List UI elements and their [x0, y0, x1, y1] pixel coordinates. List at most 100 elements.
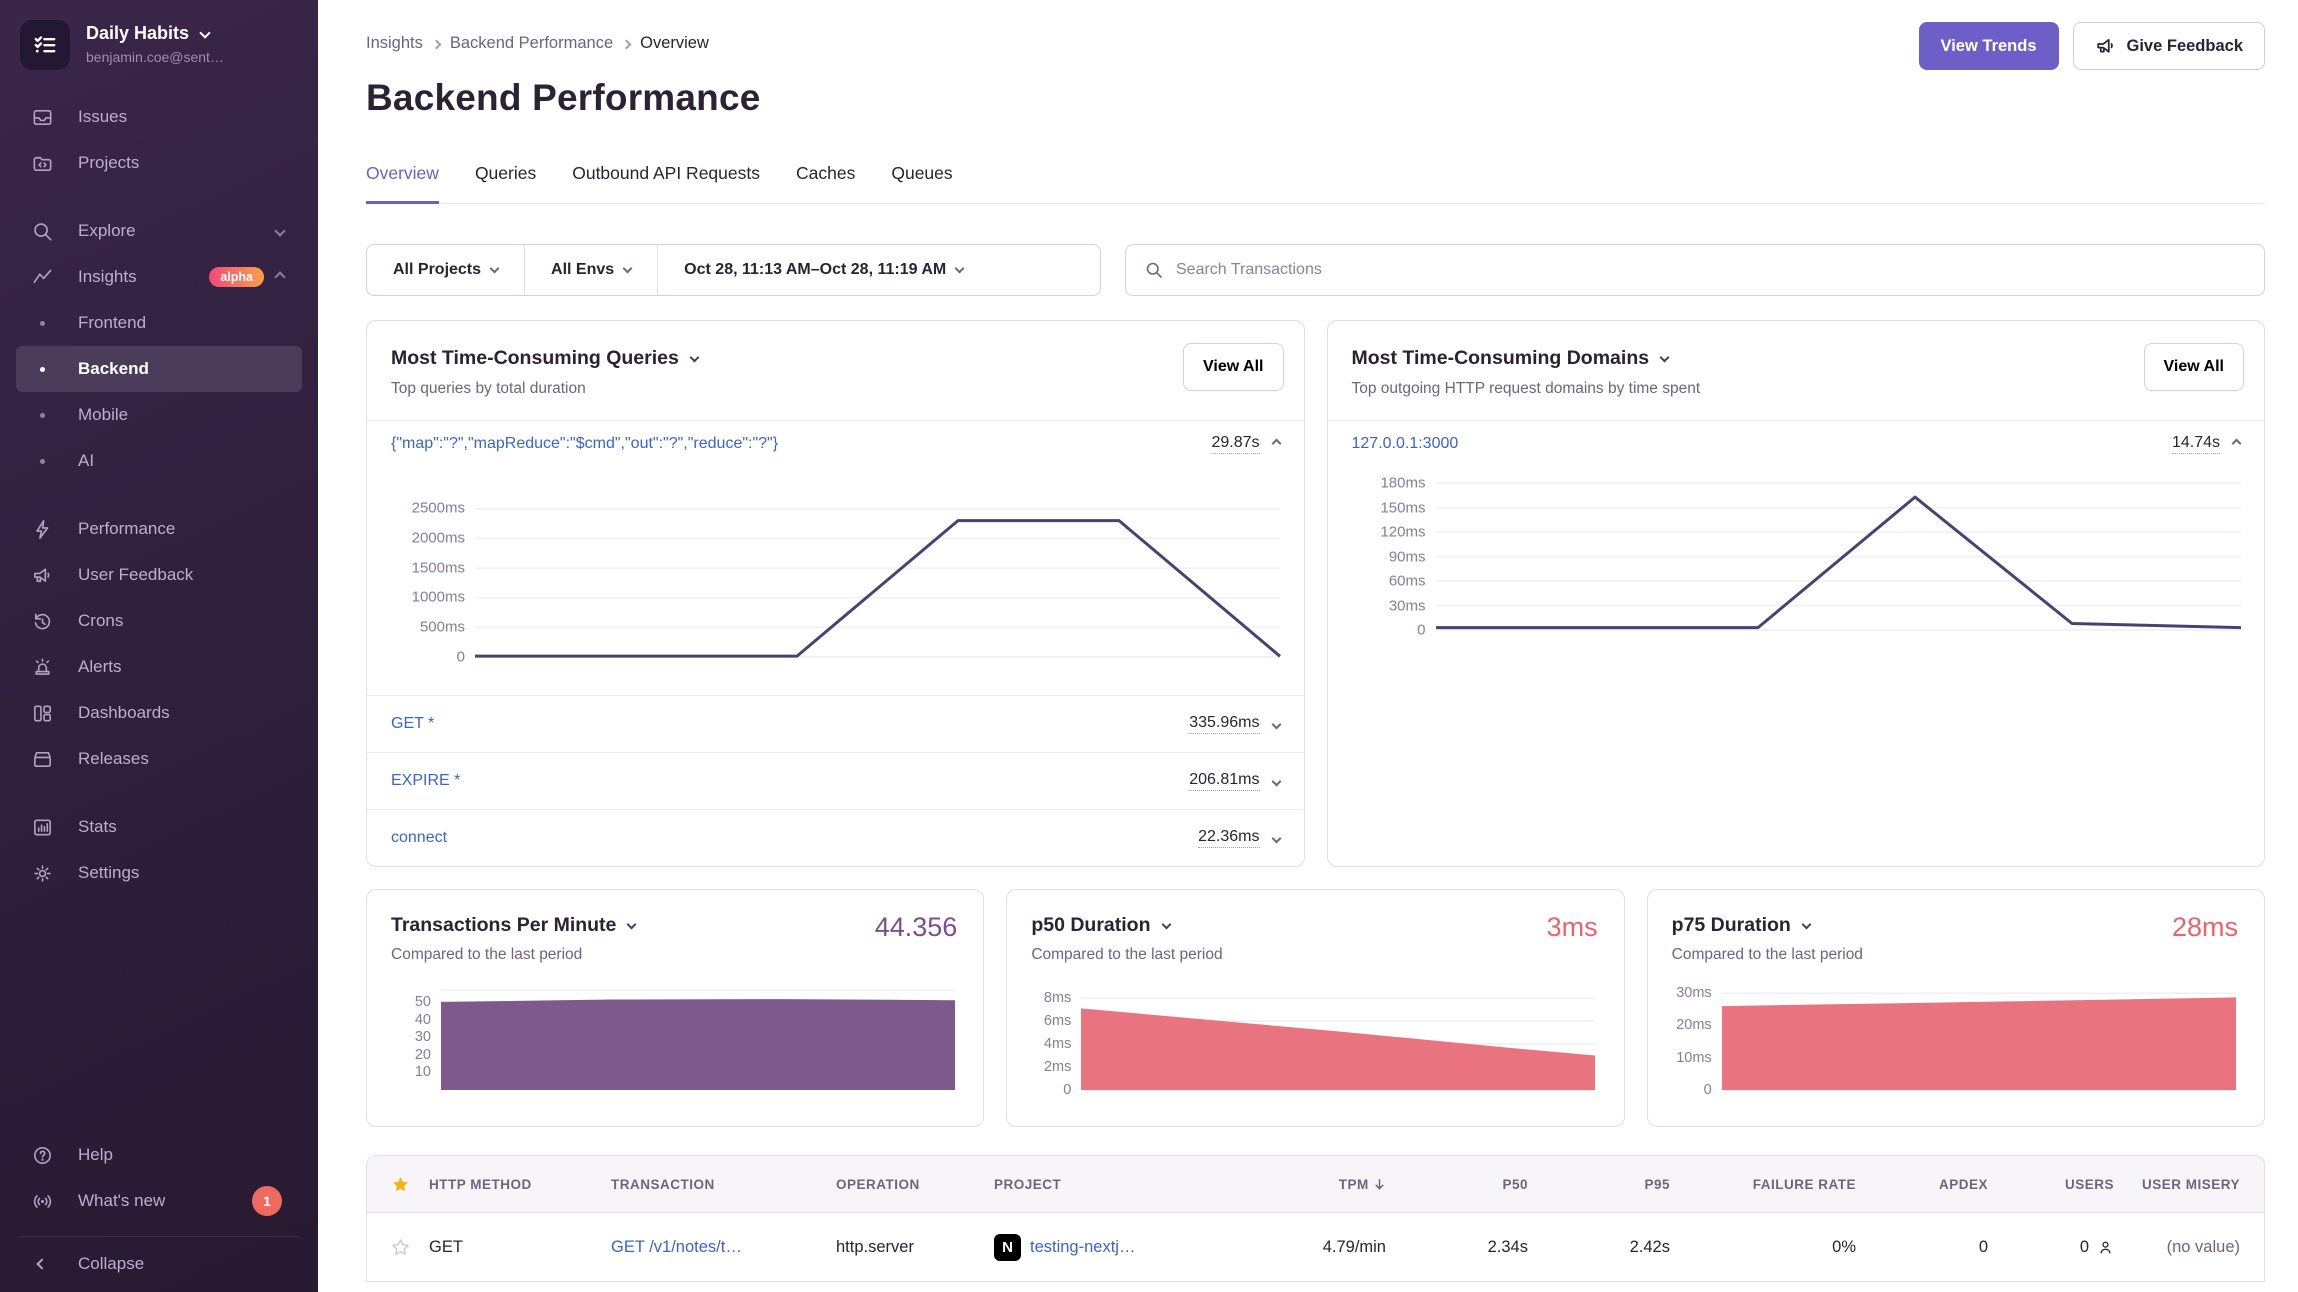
- tab-queries[interactable]: Queries: [475, 163, 536, 204]
- sidebar-item-help[interactable]: Help: [16, 1132, 302, 1178]
- chevron-down-icon[interactable]: [689, 352, 699, 362]
- give-feedback-button[interactable]: Give Feedback: [2073, 22, 2265, 70]
- chevron-down-icon[interactable]: [1271, 833, 1281, 843]
- sidebar-item-label: Issues: [78, 107, 127, 127]
- domains-view-all-button[interactable]: View All: [2144, 343, 2244, 391]
- favorite-column-header[interactable]: [367, 1175, 425, 1194]
- broadcast-icon: [30, 1190, 54, 1213]
- sidebar-item-backend[interactable]: Backend: [16, 346, 302, 392]
- column-header-failure-rate[interactable]: FAILURE RATE: [1674, 1177, 1860, 1192]
- sidebar-item-frontend[interactable]: Frontend: [16, 300, 302, 346]
- chevron-up-icon[interactable]: [1271, 439, 1281, 449]
- query-duration-value[interactable]: 206.81ms: [1189, 771, 1259, 791]
- sidebar-item-label: Stats: [78, 817, 117, 837]
- tab-caches[interactable]: Caches: [796, 163, 855, 204]
- tab-queues[interactable]: Queues: [891, 163, 952, 204]
- sidebar-item-mobile[interactable]: Mobile: [16, 392, 302, 438]
- cell-project: N testing-nextj…: [990, 1234, 1242, 1261]
- favorite-toggle[interactable]: [367, 1238, 425, 1257]
- chevron-down-icon[interactable]: [1161, 919, 1171, 929]
- sidebar-item-settings[interactable]: Settings: [16, 850, 302, 896]
- sidebar-item-dashboards[interactable]: Dashboards: [16, 690, 302, 736]
- sidebar-item-label: User Feedback: [78, 565, 193, 585]
- column-header-p50[interactable]: P50: [1390, 1177, 1532, 1192]
- column-header-apdex[interactable]: APDEX: [1860, 1177, 1992, 1192]
- chevron-down-icon[interactable]: [1271, 719, 1281, 729]
- query-duration-value[interactable]: 22.36ms: [1198, 828, 1259, 848]
- sidebar-item-label: Insights: [78, 267, 137, 287]
- query-link[interactable]: connect: [391, 829, 447, 847]
- domain-duration-value[interactable]: 14.74s: [2172, 434, 2220, 454]
- chevron-down-icon[interactable]: [1271, 776, 1281, 786]
- sidebar-item-ai[interactable]: AI: [16, 438, 302, 484]
- sidebar-item-label: Settings: [78, 863, 139, 883]
- column-header-transaction[interactable]: TRANSACTION: [607, 1177, 832, 1192]
- sidebar-item-performance[interactable]: Performance: [16, 506, 302, 552]
- domain-link[interactable]: 127.0.0.1:3000: [1352, 435, 1459, 453]
- column-header-user-misery[interactable]: USER MISERY: [2118, 1177, 2264, 1192]
- transactions-per-minute-card: Transactions Per Minute Compared to the …: [366, 889, 984, 1127]
- column-header-tpm[interactable]: TPM: [1242, 1177, 1390, 1192]
- sidebar-item-alerts[interactable]: Alerts: [16, 644, 302, 690]
- sidebar-item-explore[interactable]: Explore: [16, 208, 302, 254]
- column-header-project[interactable]: PROJECT: [990, 1177, 1242, 1192]
- sidebar-item-label: Mobile: [78, 405, 128, 425]
- sidebar-item-label: Alerts: [78, 657, 121, 677]
- queries-view-all-button[interactable]: View All: [1183, 343, 1283, 391]
- sidebar-collapse-button[interactable]: Collapse: [16, 1236, 302, 1282]
- org-email: benjamin.coe@sent…: [86, 49, 224, 65]
- chevron-down-icon[interactable]: [1801, 919, 1811, 929]
- megaphone-icon: [30, 564, 54, 587]
- query-duration-value[interactable]: 335.96ms: [1189, 714, 1259, 734]
- query-duration-value[interactable]: 29.87s: [1211, 434, 1259, 454]
- user-icon: [2097, 1239, 2114, 1256]
- environment-filter-dropdown[interactable]: All Envs: [525, 245, 658, 295]
- column-header-users[interactable]: USERS: [1992, 1177, 2118, 1192]
- sidebar-item-user-feedback[interactable]: User Feedback: [16, 552, 302, 598]
- queries-panel-subtitle: Top queries by total duration: [391, 380, 1280, 398]
- chevron-down-icon[interactable]: [1660, 352, 1670, 362]
- sidebar-item-projects[interactable]: Projects: [16, 140, 302, 186]
- date-range-dropdown[interactable]: Oct 28, 11:13 AM–Oct 28, 11:19 AM: [658, 245, 1100, 295]
- tab-outbound-api-requests[interactable]: Outbound API Requests: [572, 163, 760, 204]
- sidebar-item-insights[interactable]: Insights alpha: [16, 254, 302, 300]
- query-link[interactable]: GET *: [391, 715, 434, 733]
- sidebar-item-crons[interactable]: Crons: [16, 598, 302, 644]
- column-header-operation[interactable]: OPERATION: [832, 1177, 990, 1192]
- transaction-link[interactable]: GET /v1/notes/t…: [607, 1238, 832, 1257]
- tab-bar: Overview Queries Outbound API Requests C…: [366, 163, 2265, 204]
- chevron-down-icon: [199, 27, 210, 38]
- queries-duration-chart: 2500ms2000ms1500ms1000ms500ms0: [475, 507, 1280, 657]
- org-switcher[interactable]: Daily Habits benjamin.coe@sent…: [0, 20, 318, 70]
- insights-graph-icon: [30, 266, 54, 289]
- column-header-p95[interactable]: P95: [1532, 1177, 1674, 1192]
- p75-chart: 30ms20ms10ms0: [1722, 990, 2236, 1090]
- bullet-icon: [30, 321, 54, 326]
- page-filters: All Projects All Envs Oct 28, 11:13 AM–O…: [366, 244, 1101, 296]
- column-header-http-method[interactable]: HTTP METHOD: [425, 1177, 607, 1192]
- star-outline-icon: [391, 1238, 421, 1257]
- sidebar-item-stats[interactable]: Stats: [16, 804, 302, 850]
- sidebar-item-whats-new[interactable]: What's new 1: [16, 1178, 302, 1224]
- project-link[interactable]: testing-nextj…: [1030, 1238, 1135, 1257]
- sidebar-item-label: Releases: [78, 749, 149, 769]
- give-feedback-label: Give Feedback: [2127, 37, 2243, 56]
- p50-chart: 8ms6ms4ms2ms0: [1081, 990, 1595, 1090]
- chevron-down-icon[interactable]: [627, 919, 637, 929]
- sidebar-item-label: Backend: [78, 359, 149, 379]
- chevron-up-icon[interactable]: [2232, 439, 2242, 449]
- sidebar-item-issues[interactable]: Issues: [16, 94, 302, 140]
- tab-overview[interactable]: Overview: [366, 163, 439, 204]
- view-trends-button[interactable]: View Trends: [1919, 22, 2059, 70]
- query-link[interactable]: EXPIRE *: [391, 772, 460, 790]
- sidebar-item-releases[interactable]: Releases: [16, 736, 302, 782]
- cell-http-method: GET: [425, 1238, 607, 1257]
- sidebar-item-label: Crons: [78, 611, 123, 631]
- breadcrumb-backend-performance[interactable]: Backend Performance: [450, 34, 613, 53]
- most-time-consuming-domains-panel: Most Time-Consuming Domains Top outgoing…: [1327, 320, 2266, 867]
- search-transactions-input[interactable]: [1176, 261, 2246, 279]
- query-link[interactable]: {"map":"?","mapReduce":"$cmd","out":"?",…: [391, 435, 778, 453]
- bullet-icon: [30, 459, 54, 464]
- project-filter-dropdown[interactable]: All Projects: [367, 245, 525, 295]
- breadcrumb-insights[interactable]: Insights: [366, 34, 423, 53]
